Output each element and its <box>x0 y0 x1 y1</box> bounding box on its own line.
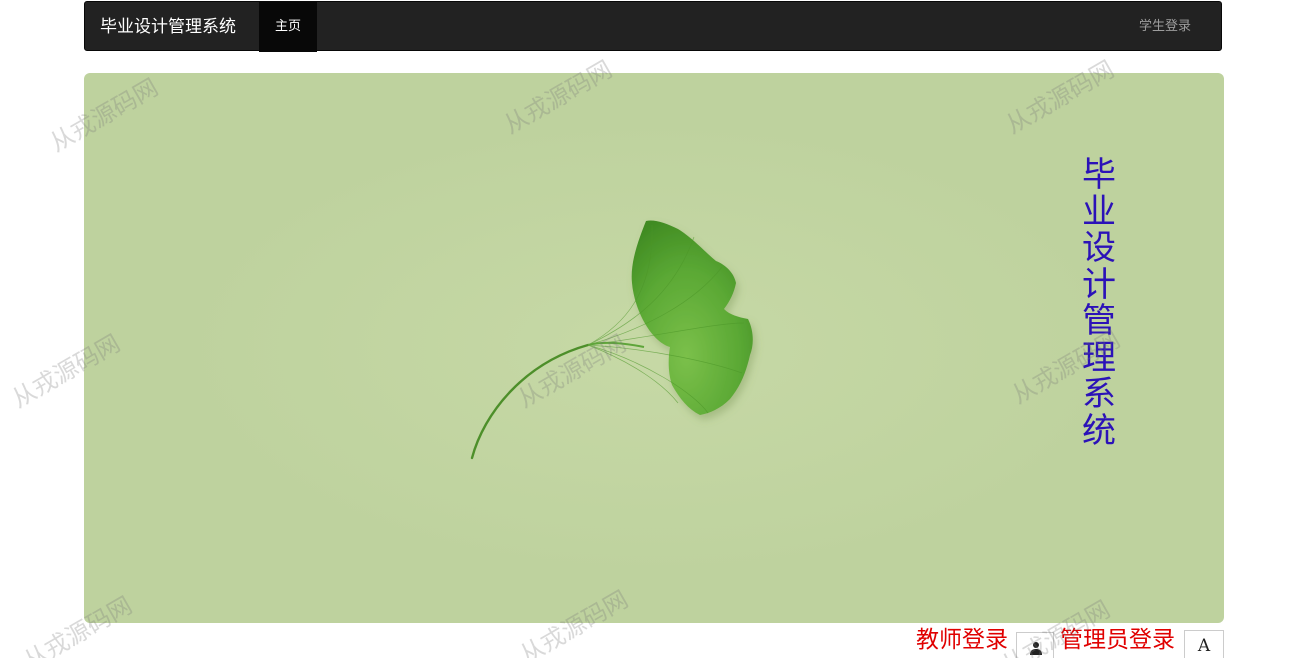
admin-login-icon-button[interactable]: A <box>1184 630 1224 658</box>
login-bar: 教师登录 管理员登录 A <box>0 624 1307 658</box>
ginkgo-leaf-image <box>470 220 753 460</box>
top-navbar: 毕业设计管理系统 主页 学生登录 <box>84 1 1222 52</box>
letter-a-icon: A <box>1197 636 1211 656</box>
nav-item-home[interactable]: 主页 <box>259 2 317 52</box>
teacher-login-icon-button[interactable] <box>1016 632 1054 658</box>
student-login-link[interactable]: 学生登录 <box>1139 2 1191 52</box>
admin-login-link[interactable]: 管理员登录 <box>1060 624 1175 658</box>
hero-banner: 毕业设计管理系统 <box>84 73 1224 623</box>
page: 毕业设计管理系统 主页 学生登录 毕业设计管理系统 教师登录 管理员登录 A 从… <box>0 0 1307 658</box>
person-icon <box>1030 642 1042 655</box>
teacher-login-link[interactable]: 教师登录 <box>916 624 1008 658</box>
vertical-system-title: 毕业设计管理系统 <box>1082 155 1116 451</box>
brand-link[interactable]: 毕业设计管理系统 <box>100 2 236 52</box>
